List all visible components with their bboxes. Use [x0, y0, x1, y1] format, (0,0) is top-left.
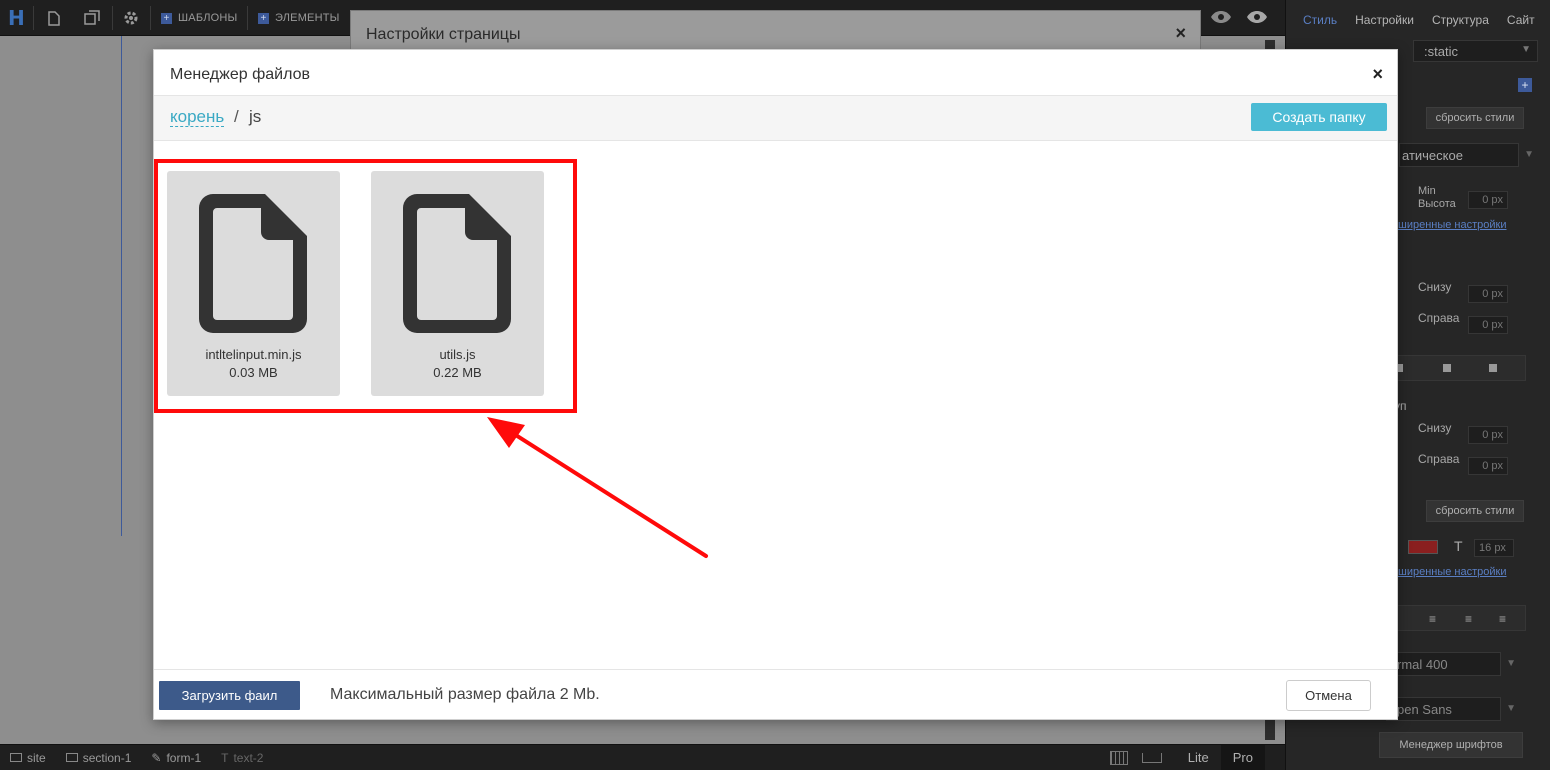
file-size: 0.03 MB [229, 365, 278, 380]
duplicate-icon[interactable] [80, 0, 104, 36]
mode-lite[interactable]: Lite [1176, 745, 1221, 770]
advanced-settings-link[interactable]: ширенные настройки [1398, 219, 1507, 231]
padding-right-input[interactable]: 0 px [1468, 316, 1508, 334]
reset-styles-button[interactable]: сбросить стили [1426, 107, 1524, 129]
advanced-settings-link[interactable]: ширенные настройки [1398, 566, 1507, 578]
file-icon [403, 194, 511, 333]
tab-style[interactable]: Стиль [1294, 13, 1346, 27]
margin-right-input[interactable]: 0 px [1468, 457, 1508, 475]
breadcrumb-section[interactable]: section-1 [56, 751, 142, 765]
breadcrumb-site[interactable]: site [0, 751, 56, 765]
tab-site[interactable]: Сайт [1498, 13, 1544, 27]
file-manager-modal: Менеджер файлов × корень / js Создать па… [153, 49, 1398, 720]
font-manager-button[interactable]: Менеджер шрифтов [1379, 732, 1523, 758]
align-right-icon[interactable]: ≡ [1465, 612, 1472, 626]
app-logo[interactable]: H [8, 6, 25, 30]
section-icon [10, 753, 22, 762]
file-name: utils.js [439, 347, 476, 362]
file-list: intltelinput.min.js 0.03 MB utils.js 0.2… [154, 142, 1397, 669]
annotation-arrow [487, 417, 708, 558]
new-page-icon[interactable] [44, 0, 64, 36]
padding-bottom-label: Снизу [1418, 280, 1452, 294]
font-weight-select[interactable]: rmal 400 ▼ [1386, 652, 1516, 676]
file-name: intltelinput.min.js [205, 347, 302, 362]
ruler-icon[interactable] [1141, 753, 1162, 763]
toolbar-divider [150, 6, 151, 30]
mode-switch: Lite Pro [1109, 745, 1285, 770]
elements-menu[interactable]: + ЭЛЕМЕНТЫ [258, 0, 340, 36]
align-justify-icon[interactable]: ≡ [1499, 612, 1506, 626]
text-color-swatch[interactable] [1408, 540, 1438, 554]
margin-bottom-label: Снизу [1418, 421, 1452, 435]
min-height-label: Min Высота [1418, 185, 1456, 210]
font-size-input[interactable]: 16 px [1474, 539, 1514, 557]
close-icon[interactable]: × [1175, 23, 1186, 44]
font-size-icon: T [1454, 538, 1463, 554]
modal-header: Менеджер файлов × [154, 50, 1397, 96]
breadcrumb-root-link[interactable]: корень [170, 108, 225, 127]
margin-right-label: Справа [1418, 452, 1460, 466]
toolbar-divider [112, 6, 113, 30]
status-bar: site section-1 ✎ form-1 Ttext-2 Lite Pro [0, 744, 1285, 770]
align-center-icon[interactable]: ≡ [1429, 612, 1436, 626]
breadcrumb-form[interactable]: ✎ form-1 [141, 751, 211, 765]
add-class-button[interactable]: + [1518, 78, 1532, 92]
tab-structure[interactable]: Структура [1423, 13, 1498, 27]
grid-icon[interactable] [1109, 751, 1128, 765]
plus-icon: + [161, 12, 172, 24]
pencil-icon: ✎ [151, 750, 162, 765]
text-icon: T [221, 750, 229, 765]
file-item[interactable]: intltelinput.min.js 0.03 MB [167, 171, 340, 396]
align-icon[interactable] [1489, 364, 1497, 372]
upload-file-button[interactable]: Загрузить фаил [159, 681, 300, 710]
cancel-button[interactable]: Отмена [1286, 680, 1371, 711]
padding-right-label: Справа [1418, 311, 1460, 325]
plus-icon: + [258, 12, 269, 24]
close-icon[interactable]: × [1372, 64, 1383, 85]
page-settings-title: Настройки страницы [366, 26, 521, 43]
chevron-down-icon: ▼ [1506, 703, 1516, 714]
modal-title: Менеджер файлов [170, 66, 310, 83]
mode-pro[interactable]: Pro [1220, 745, 1265, 770]
min-height-input[interactable]: 0 px [1468, 191, 1508, 209]
breadcrumb-separator: / [234, 107, 239, 126]
text-align-group: ≡ ≡ ≡ [1386, 605, 1526, 631]
tab-settings[interactable]: Настройки [1346, 13, 1423, 27]
breadcrumb-current: js [249, 107, 262, 126]
font-family-select[interactable]: pen Sans ▼ [1386, 697, 1516, 721]
preview-eye-icon[interactable] [1246, 10, 1268, 24]
canvas-guide-line [121, 36, 122, 536]
file-icon [199, 194, 307, 333]
templates-menu[interactable]: + ШАБЛОНЫ [161, 0, 238, 36]
modal-footer: Загрузить фаил Максимальный размер файла… [154, 669, 1397, 721]
preview-eye-icon[interactable] [1210, 10, 1232, 24]
reset-styles-button[interactable]: сбросить стили [1426, 500, 1524, 522]
file-item[interactable]: utils.js 0.22 MB [371, 171, 544, 396]
breadcrumb: корень / js Создать папку [154, 96, 1397, 141]
templates-label: ШАБЛОНЫ [178, 12, 238, 24]
panel-tabs: Стиль Настройки Структура Сайт [1286, 0, 1550, 40]
chevron-down-icon: ▼ [1524, 149, 1534, 160]
display-select[interactable]: атическое ▼ [1399, 143, 1534, 167]
create-folder-button[interactable]: Создать папку [1251, 103, 1387, 131]
padding-bottom-input[interactable]: 0 px [1468, 285, 1508, 303]
breadcrumb-text[interactable]: Ttext-2 [211, 751, 273, 765]
margin-bottom-input[interactable]: 0 px [1468, 426, 1508, 444]
chevron-down-icon: ▼ [1506, 658, 1516, 669]
position-select[interactable]: :static ▼ [1413, 40, 1538, 62]
toolbar-divider [247, 6, 248, 30]
gear-icon[interactable] [120, 0, 142, 36]
elements-label: ЭЛЕМЕНТЫ [275, 12, 340, 24]
toolbar-divider [33, 6, 34, 30]
section-icon [65, 753, 78, 762]
file-size: 0.22 MB [433, 365, 482, 380]
alignment-group [1386, 355, 1526, 381]
chevron-down-icon: ▼ [1521, 44, 1531, 55]
max-file-size-text: Максимальный размер файла 2 Mb. [330, 686, 600, 703]
align-icon[interactable] [1443, 364, 1451, 372]
